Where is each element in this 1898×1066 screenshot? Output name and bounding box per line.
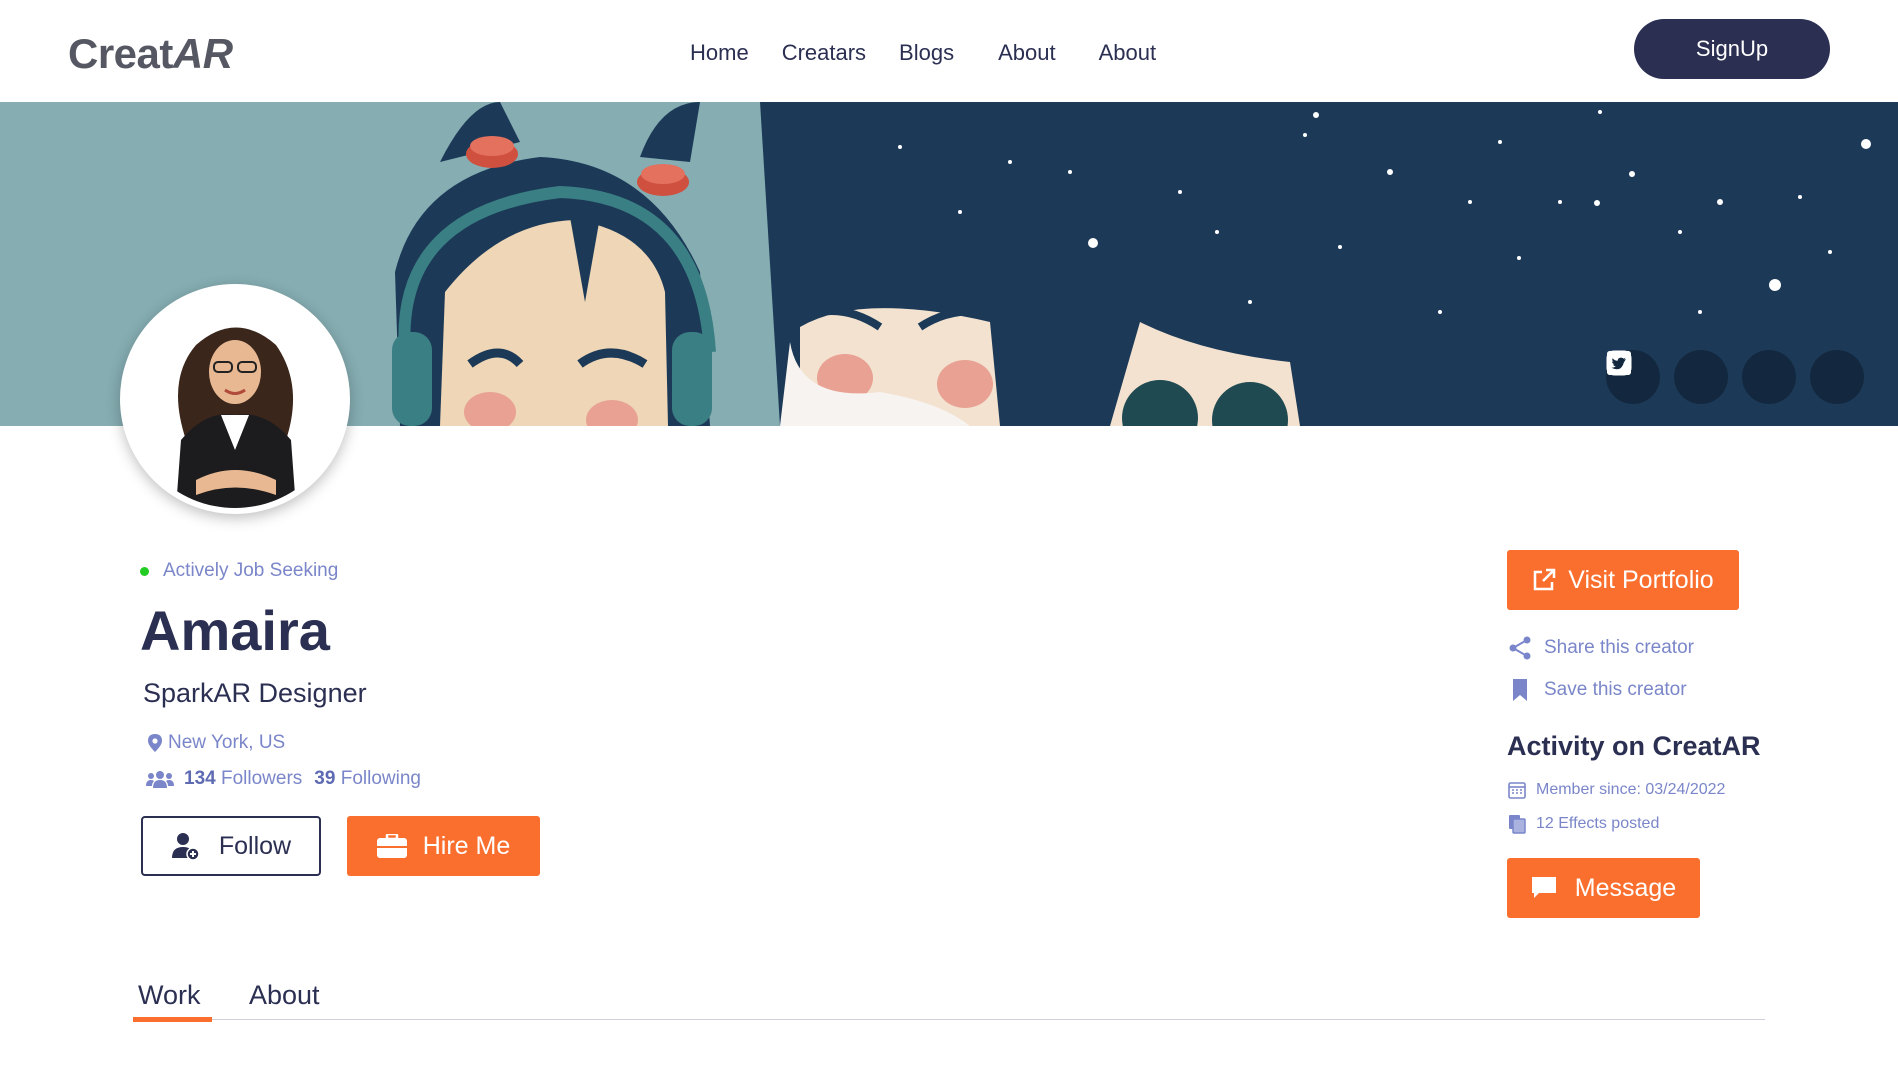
nav-link-about[interactable]: About <box>998 40 1056 66</box>
signup-button[interactable]: SignUp <box>1634 19 1830 79</box>
social-links <box>1606 350 1864 404</box>
follow-label: Follow <box>218 831 292 860</box>
save-creator-link[interactable]: Save this creator <box>1508 678 1687 702</box>
avatar <box>120 284 350 514</box>
followers-stat[interactable]: 134 Followers <box>184 768 302 790</box>
facebook-icon[interactable] <box>1607 350 1796 404</box>
profile-name: Amaira <box>140 599 330 662</box>
save-label: Save this creator <box>1544 679 1687 700</box>
hire-me-button[interactable]: Hire Me <box>347 816 540 876</box>
chat-icon <box>1531 877 1556 898</box>
profile-role: SparkAR Designer <box>143 678 367 708</box>
share-label: Share this creator <box>1544 637 1694 658</box>
following-stat[interactable]: 39 Following <box>314 768 421 790</box>
profile-location: New York, US <box>148 732 285 754</box>
activity-heading: Activity on CreatAR <box>1507 731 1761 761</box>
share-icon <box>1509 636 1531 660</box>
active-tab-indicator <box>133 1017 212 1022</box>
bookmark-icon <box>1513 679 1527 701</box>
tab-work[interactable]: Work <box>138 980 201 1011</box>
online-dot-icon <box>140 566 149 576</box>
logo[interactable]: CreatAR <box>68 30 233 78</box>
visit-portfolio-button[interactable]: Visit Portfolio <box>1507 550 1739 610</box>
twitter-icon[interactable] <box>1607 350 1864 404</box>
follow-button[interactable]: Follow <box>141 816 321 876</box>
avatar-portrait <box>126 290 344 508</box>
calendar-icon <box>1508 782 1526 799</box>
followers-label: Followers <box>220 768 303 789</box>
users-icon <box>146 771 174 788</box>
follow-stats: 134 Followers 39 Following <box>146 768 421 790</box>
message-label: Message <box>1574 873 1677 902</box>
job-status: Actively Job Seeking <box>140 560 338 582</box>
nav-link-blogs[interactable]: Blogs <box>899 40 954 66</box>
hire-label: Hire Me <box>422 831 511 860</box>
member-since: Member since: 03/24/2022 <box>1508 781 1725 799</box>
tab-about[interactable]: About <box>249 980 320 1011</box>
nav-links: Home Creatars Blogs About About <box>690 40 1189 66</box>
add-user-icon <box>171 833 200 861</box>
following-label: Following <box>340 768 421 789</box>
location-pin-icon <box>148 734 162 752</box>
share-creator-link[interactable]: Share this creator <box>1508 636 1694 660</box>
nav-link-creatars[interactable]: Creatars <box>782 40 866 66</box>
nav-link-home[interactable]: Home <box>690 40 749 66</box>
profile-tabs: Work About <box>133 978 1765 1022</box>
external-link-icon <box>1534 568 1556 591</box>
effects-posted: 12 Effects posted <box>1508 814 1659 834</box>
followers-count: 134 <box>184 768 216 789</box>
location-label: New York, US <box>168 732 286 753</box>
job-status-label: Actively Job Seeking <box>163 560 339 581</box>
effects-posted-label: 12 Effects posted <box>1536 815 1660 832</box>
linkedin-icon[interactable] <box>1607 350 1728 404</box>
documents-icon <box>1509 815 1526 834</box>
member-since-label: Member since: 03/24/2022 <box>1536 781 1726 798</box>
top-nav: CreatAR Home Creatars Blogs About About … <box>0 0 1898 102</box>
visit-portfolio-label: Visit Portfolio <box>1568 565 1714 594</box>
following-count: 39 <box>314 768 336 789</box>
nav-link-about-2[interactable]: About <box>1099 40 1157 66</box>
briefcase-icon <box>376 834 407 858</box>
message-button[interactable]: Message <box>1507 858 1700 918</box>
